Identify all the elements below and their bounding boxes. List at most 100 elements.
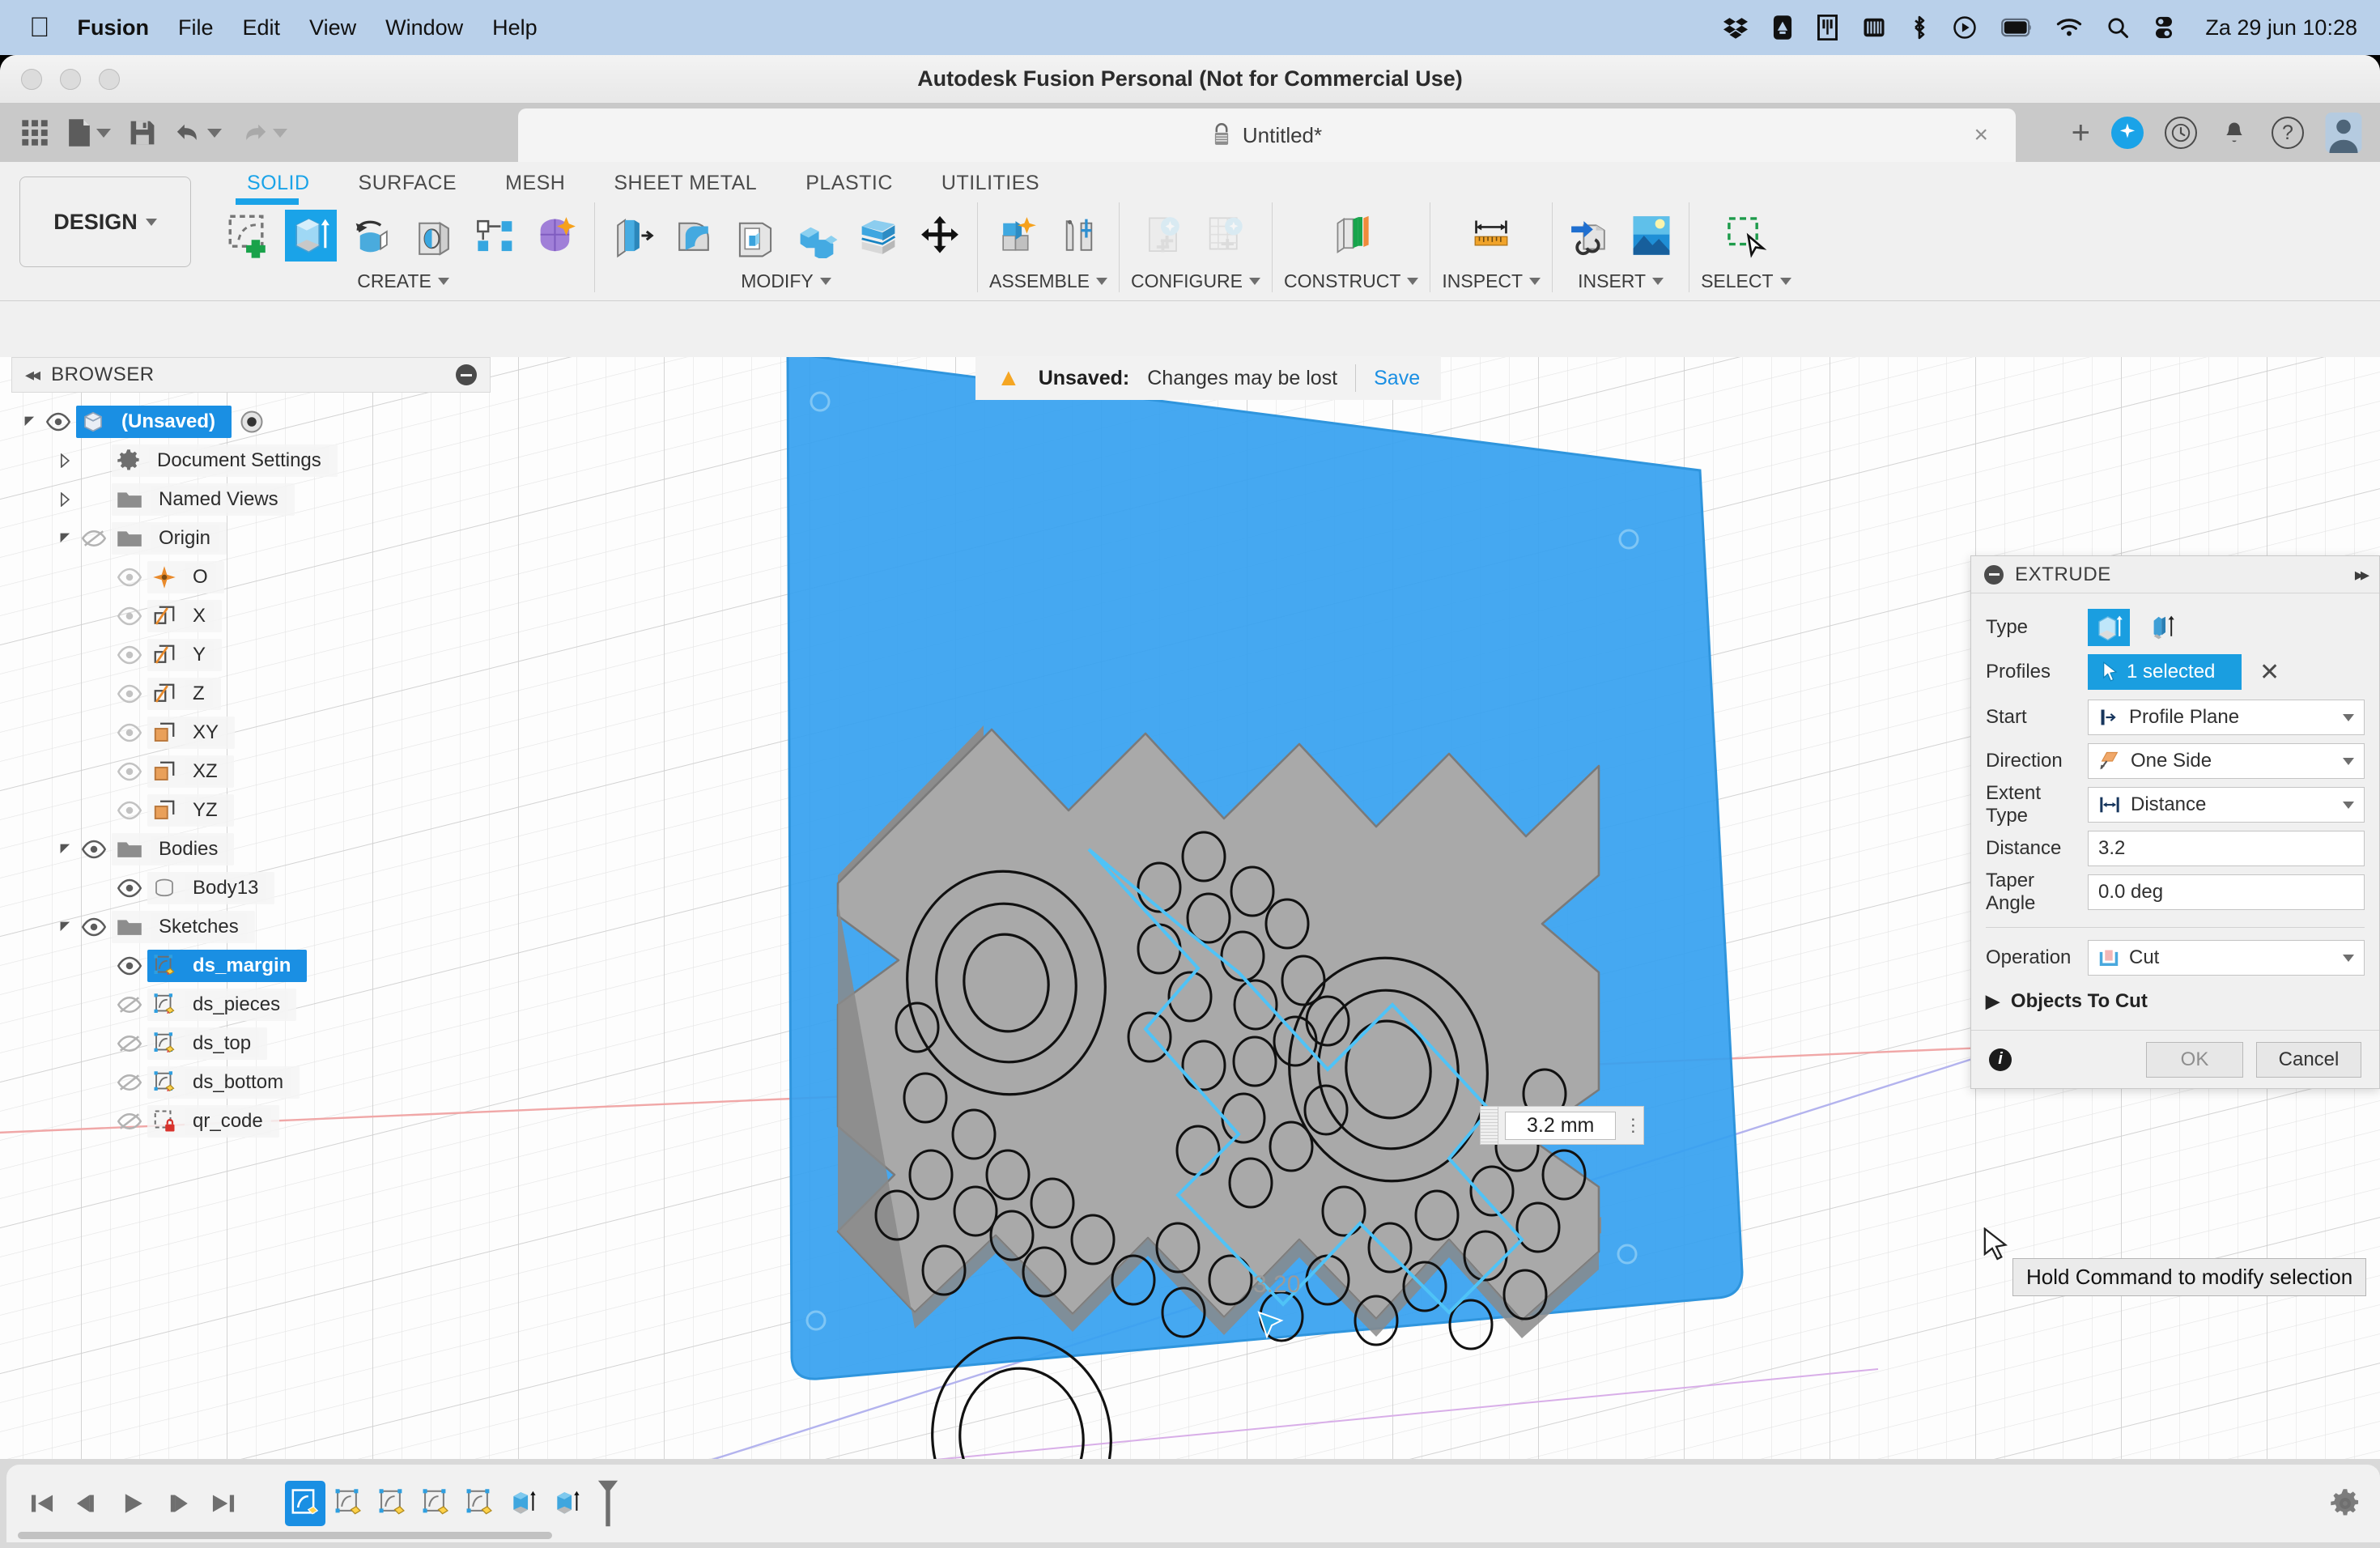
browser-item-content[interactable]: ds_top xyxy=(147,1027,268,1060)
joint-icon[interactable] xyxy=(1053,210,1105,262)
visibility-eye-off-icon[interactable] xyxy=(112,1112,147,1131)
measure-icon[interactable] xyxy=(1465,210,1517,262)
piano-icon[interactable] xyxy=(1817,14,1838,41)
browser-item-named-views[interactable]: Named Views xyxy=(0,480,502,519)
panel-configure-title[interactable]: CONFIGURE xyxy=(1131,270,1260,292)
visibility-eye-icon[interactable] xyxy=(112,568,147,587)
barcode-icon[interactable] xyxy=(1862,14,1886,41)
save-link[interactable]: Save xyxy=(1374,367,1420,390)
step-back-button[interactable] xyxy=(66,1481,108,1526)
browser-item-origin[interactable]: Origin xyxy=(0,519,502,558)
configure-table-icon[interactable] xyxy=(1201,210,1252,262)
go-to-end-button[interactable] xyxy=(202,1481,244,1526)
timeline-sketch-3[interactable] xyxy=(372,1481,413,1526)
double-chevron-right-icon[interactable]: ▸▸ xyxy=(2355,564,2369,585)
visibility-eye-icon[interactable] xyxy=(112,645,147,665)
browser-item-content[interactable]: (Unsaved) xyxy=(76,406,232,438)
menubar-clock[interactable]: Za 29 jun 10:28 xyxy=(2205,15,2357,40)
expander-collapsed-icon[interactable] xyxy=(55,492,76,507)
timeline-sketch-4[interactable] xyxy=(416,1481,457,1526)
visibility-eye-icon[interactable] xyxy=(76,917,112,937)
timeline-sketch-2[interactable] xyxy=(329,1481,369,1526)
visibility-eye-icon[interactable] xyxy=(112,762,147,781)
timeline-extrude-2[interactable] xyxy=(547,1481,588,1526)
tab-utilities[interactable]: UTILITIES xyxy=(917,168,1064,198)
browser-item-content[interactable]: ds_pieces xyxy=(147,989,297,1021)
timeline-sketch-1[interactable] xyxy=(285,1481,325,1526)
browser-item-content[interactable]: Y xyxy=(147,639,223,671)
undo-caret-icon[interactable] xyxy=(207,128,222,138)
browser-item-content[interactable]: Document Settings xyxy=(112,444,338,477)
thin-extrude-icon[interactable] xyxy=(2140,609,2182,646)
browser-item-sketches[interactable]: Sketches xyxy=(0,908,502,946)
drag-grip-icon[interactable] xyxy=(1481,1107,1498,1144)
offset-plane-icon[interactable] xyxy=(1325,210,1377,262)
start-dropdown[interactable]: Profile Plane xyxy=(2088,700,2365,735)
chevron-down-icon[interactable] xyxy=(2343,757,2354,765)
combine-icon[interactable] xyxy=(791,210,843,262)
objects-to-cut-toggle[interactable]: ▶ Objects To Cut xyxy=(1986,980,2365,1023)
tab-surface[interactable]: SURFACE xyxy=(334,168,482,198)
browser-item-content[interactable]: XY xyxy=(147,717,236,749)
hole-icon[interactable] xyxy=(408,210,460,262)
shell-icon[interactable] xyxy=(729,210,781,262)
expander-expanded-icon[interactable] xyxy=(19,415,40,429)
browser-item-content[interactable]: Z xyxy=(147,678,221,710)
timeline-extrude-1[interactable] xyxy=(504,1481,544,1526)
panel-select-title[interactable]: SELECT xyxy=(1701,270,1791,292)
tab-mesh[interactable]: MESH xyxy=(481,168,589,198)
go-to-beginning-button[interactable] xyxy=(21,1481,63,1526)
cancel-button[interactable]: Cancel xyxy=(2256,1041,2361,1078)
browser-item-content[interactable]: qr_code xyxy=(147,1105,279,1138)
timeline-marker[interactable] xyxy=(596,1478,620,1529)
fillet-icon[interactable] xyxy=(668,210,720,262)
chevron-down-icon[interactable] xyxy=(2343,713,2354,721)
timeline-scrollbar[interactable] xyxy=(18,1532,552,1539)
app-grid-button[interactable] xyxy=(15,114,55,151)
close-icon[interactable]: ✕ xyxy=(2259,658,2280,687)
browser-item-content[interactable]: ds_bottom xyxy=(147,1066,300,1099)
visibility-eye-icon[interactable] xyxy=(112,684,147,704)
browser-item-ds-pieces[interactable]: ds_pieces xyxy=(0,985,502,1024)
expander-expanded-icon[interactable] xyxy=(55,842,76,857)
menu-edit[interactable]: Edit xyxy=(243,15,281,40)
visibility-eye-off-icon[interactable] xyxy=(112,1034,147,1053)
revolve-icon[interactable] xyxy=(346,210,398,262)
visibility-eye-icon[interactable] xyxy=(112,801,147,820)
create-sketch-icon[interactable] xyxy=(223,210,275,262)
visibility-eye-icon[interactable] xyxy=(112,723,147,742)
browser-item-content[interactable]: O xyxy=(147,561,224,593)
add-tab-button[interactable]: + xyxy=(2072,117,2090,149)
expander-expanded-icon[interactable] xyxy=(55,920,76,934)
panel-create-title[interactable]: CREATE xyxy=(357,270,449,292)
operation-dropdown[interactable]: Cut xyxy=(2088,940,2365,976)
browser-item-document-settings[interactable]: Document Settings xyxy=(0,441,502,480)
split-face-icon[interactable] xyxy=(852,210,904,262)
expander-expanded-icon[interactable] xyxy=(55,531,76,546)
drive-icon[interactable] xyxy=(1772,14,1793,41)
visibility-eye-off-icon[interactable] xyxy=(112,995,147,1014)
browser-item-ds-margin[interactable]: ds_margin xyxy=(0,946,502,985)
browser-item-body13[interactable]: Body13 xyxy=(0,869,502,908)
account-avatar[interactable] xyxy=(2325,113,2362,153)
browser-item-content[interactable]: ds_margin xyxy=(147,950,308,982)
panel-construct-title[interactable]: CONSTRUCT xyxy=(1284,270,1419,292)
tab-solid[interactable]: SOLID xyxy=(223,168,334,198)
menu-fusion[interactable]: Fusion xyxy=(78,15,150,40)
browser-item-xy[interactable]: XY xyxy=(0,713,502,752)
play-button[interactable] xyxy=(112,1481,154,1526)
apple-icon[interactable]:  xyxy=(29,14,50,41)
undo-button[interactable] xyxy=(168,115,228,151)
collapse-left-icon[interactable]: ◂◂ xyxy=(25,364,40,385)
move-copy-icon[interactable] xyxy=(914,210,966,262)
direction-dropdown[interactable]: One Side xyxy=(2088,743,2365,779)
panel-inspect-title[interactable]: INSPECT xyxy=(1442,270,1541,292)
insert-derive-icon[interactable] xyxy=(1564,210,1616,262)
browser-item-y[interactable]: Y xyxy=(0,636,502,674)
wifi-icon[interactable] xyxy=(2056,14,2082,41)
document-tab[interactable]: Untitled* × xyxy=(518,108,2016,162)
bluetooth-icon[interactable] xyxy=(1910,14,1928,41)
panel-insert-title[interactable]: INSERT xyxy=(1578,270,1664,292)
browser-item-ds-bottom[interactable]: ds_bottom xyxy=(0,1063,502,1102)
new-file-button[interactable] xyxy=(60,113,117,152)
